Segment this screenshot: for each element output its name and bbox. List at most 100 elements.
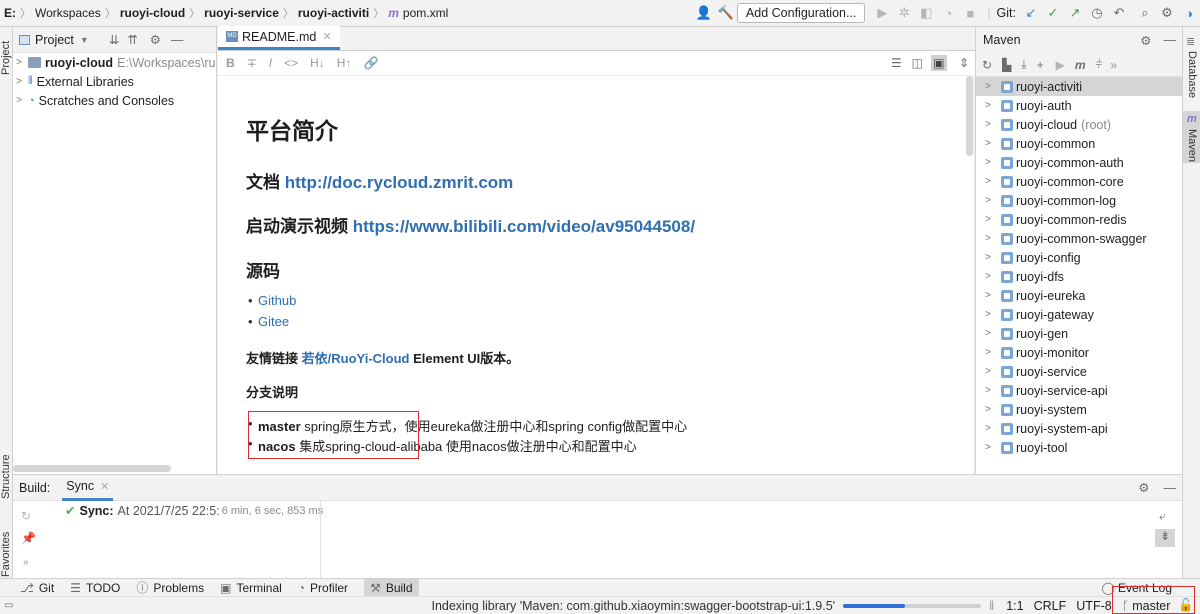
github-link[interactable]: Github xyxy=(258,293,296,308)
chevron-right-icon[interactable]: > xyxy=(13,57,25,68)
chevron-right-icon[interactable]: > xyxy=(982,81,994,92)
run-icon[interactable]: ▶ xyxy=(873,4,891,22)
chevron-right-icon[interactable]: > xyxy=(982,252,994,263)
chevron-right-icon[interactable]: > xyxy=(982,385,994,396)
project-view-selector[interactable]: Project xyxy=(35,33,74,47)
maven-project-item[interactable]: > ruoyi-system xyxy=(976,400,1182,419)
user-icon[interactable]: 👤 xyxy=(695,4,713,22)
chevron-right-icon[interactable]: > xyxy=(982,138,994,149)
gear-icon[interactable]: ⚙ xyxy=(1140,33,1151,48)
code-button[interactable]: <> xyxy=(284,56,298,70)
rollback-icon[interactable]: ↶ xyxy=(1110,4,1128,22)
maven-project-item[interactable]: > ruoyi-common xyxy=(976,134,1182,153)
structure-tool-button[interactable]: Structure xyxy=(0,454,12,499)
horizontal-scrollbar[interactable] xyxy=(13,465,171,472)
database-tool-button[interactable]: Database xyxy=(1186,51,1198,98)
reload-icon[interactable]: ↻ xyxy=(982,58,992,72)
debug-icon[interactable]: ✲ xyxy=(895,4,913,22)
breadcrumb-ruoyi-service[interactable]: ruoyi-service xyxy=(204,6,279,20)
close-icon[interactable]: ✕ xyxy=(322,30,331,43)
tab-readme-md[interactable]: MD README.md ✕ xyxy=(218,26,340,50)
chevron-right-icon[interactable]: > xyxy=(982,119,994,130)
pause-icon[interactable]: ‖ xyxy=(989,599,994,613)
maven-project-item[interactable]: > ruoyi-common-core xyxy=(976,172,1182,191)
ruoyi-cloud-link[interactable]: 若依/RuoYi-Cloud xyxy=(302,351,410,366)
close-icon[interactable]: ✕ xyxy=(100,480,109,493)
tab-sync[interactable]: Sync ✕ xyxy=(62,475,114,501)
header-down-button[interactable]: H↓ xyxy=(310,56,325,70)
preview-only-icon[interactable]: ▣ xyxy=(930,55,947,71)
rerun-icon[interactable]: ↻ xyxy=(21,509,31,523)
search-icon[interactable]: ⌕ xyxy=(1136,4,1154,22)
more-icon[interactable]: » xyxy=(23,557,29,568)
maven-project-item[interactable]: > ruoyi-common-redis xyxy=(976,210,1182,229)
sync-result-row[interactable]: ✔ Sync: At 2021/7/25 22:5: 6 min, 6 sec,… xyxy=(65,503,323,519)
video-link[interactable]: https://www.bilibili.com/video/av9504450… xyxy=(353,217,695,236)
breadcrumb-pom-xml[interactable]: pom.xml xyxy=(403,6,448,20)
collapse-all-icon[interactable]: ⇈ xyxy=(127,32,137,47)
maven-project-item[interactable]: > ruoyi-monitor xyxy=(976,343,1182,362)
maven-project-item[interactable]: > ruoyi-cloud (root) xyxy=(976,115,1182,134)
italic-button[interactable]: I xyxy=(269,56,272,70)
profile-icon[interactable]: ◔ xyxy=(939,4,957,22)
build-tool-button[interactable]: ⚒ Build xyxy=(364,578,419,597)
toggle-offline-icon[interactable]: ⫩ xyxy=(1096,57,1103,72)
git-commit-icon[interactable]: ✓ xyxy=(1044,4,1062,22)
chevron-right-icon[interactable]: > xyxy=(13,76,25,87)
gitee-link[interactable]: Gitee xyxy=(258,314,289,329)
chevron-down-icon[interactable]: ▼ xyxy=(80,35,89,45)
file-encoding[interactable]: UTF-8 xyxy=(1076,599,1111,613)
maven-project-item[interactable]: > ruoyi-config xyxy=(976,248,1182,267)
gear-icon[interactable]: ⚙ xyxy=(1138,480,1149,495)
gear-icon[interactable]: ⚙ xyxy=(150,32,161,47)
maven-project-item[interactable]: > ruoyi-system-api xyxy=(976,419,1182,438)
coverage-icon[interactable]: ◧ xyxy=(917,4,935,22)
hide-icon[interactable]: — xyxy=(1164,481,1177,495)
header-up-button[interactable]: H↑ xyxy=(337,56,352,70)
pin-icon[interactable]: 📌 xyxy=(21,531,36,545)
project-tool-button[interactable]: Project xyxy=(0,41,12,75)
breadcrumb-workspaces[interactable]: Workspaces xyxy=(35,6,101,20)
maven-project-item[interactable]: > ruoyi-gen xyxy=(976,324,1182,343)
generate-sources-icon[interactable]: ▙ xyxy=(1002,58,1011,72)
chevron-right-icon[interactable]: > xyxy=(982,290,994,301)
breadcrumb-ruoyi-activiti[interactable]: ruoyi-activiti xyxy=(298,6,369,20)
chevron-right-icon[interactable]: > xyxy=(13,95,25,106)
maven-project-item[interactable]: > ruoyi-eureka xyxy=(976,286,1182,305)
breadcrumb-drive[interactable]: E: xyxy=(4,6,16,20)
editor-only-icon[interactable]: ☰ xyxy=(891,56,902,70)
profiler-tool-button[interactable]: ◔ Profiler xyxy=(298,581,348,595)
panel-toggle-icon[interactable]: ▭ xyxy=(4,600,13,611)
chevron-right-icon[interactable]: > xyxy=(982,309,994,320)
stop-icon[interactable]: ■ xyxy=(961,4,979,22)
tree-item-scratches[interactable]: > ◔ Scratches and Consoles xyxy=(13,91,216,110)
chevron-right-icon[interactable]: > xyxy=(982,233,994,244)
hide-icon[interactable]: — xyxy=(171,33,184,47)
maven-project-item[interactable]: > ruoyi-common-swagger xyxy=(976,229,1182,248)
chevron-right-icon[interactable]: > xyxy=(982,366,994,377)
chevron-right-icon[interactable]: > xyxy=(982,423,994,434)
maven-project-item[interactable]: > ruoyi-auth xyxy=(976,96,1182,115)
chevron-right-icon[interactable]: > xyxy=(982,214,994,225)
chevron-right-icon[interactable]: > xyxy=(982,157,994,168)
add-configuration-button[interactable]: Add Configuration... xyxy=(736,3,866,23)
scroll-to-end-icon[interactable]: ⇟ xyxy=(1155,529,1175,547)
maven-project-item[interactable]: > ruoyi-tool xyxy=(976,438,1182,457)
expand-all-icon[interactable]: ⇊ xyxy=(109,32,119,47)
chevron-right-icon[interactable]: > xyxy=(982,404,994,415)
todo-tool-button[interactable]: ☰ TODO xyxy=(70,581,120,595)
maven-project-item[interactable]: > ruoyi-service xyxy=(976,362,1182,381)
maven-project-item[interactable]: > ruoyi-service-api xyxy=(976,381,1182,400)
link-button[interactable]: 🔗 xyxy=(363,56,378,70)
git-push-icon[interactable]: ↗ xyxy=(1066,4,1084,22)
git-tool-button[interactable]: ⎇ Git xyxy=(20,581,54,595)
chevron-right-icon[interactable]: > xyxy=(982,347,994,358)
chevron-right-icon[interactable]: > xyxy=(982,442,994,453)
strikethrough-button[interactable]: ∓ xyxy=(247,56,257,70)
run-icon[interactable]: ▶ xyxy=(1056,58,1065,72)
download-icon[interactable]: ⤓ xyxy=(1021,57,1026,72)
maven-project-item[interactable]: > ruoyi-gateway xyxy=(976,305,1182,324)
plugin-icon[interactable]: ◑ xyxy=(1180,4,1198,22)
soft-wrap-icon[interactable]: ⤶ xyxy=(1159,509,1166,524)
history-icon[interactable]: ◷ xyxy=(1088,4,1106,22)
